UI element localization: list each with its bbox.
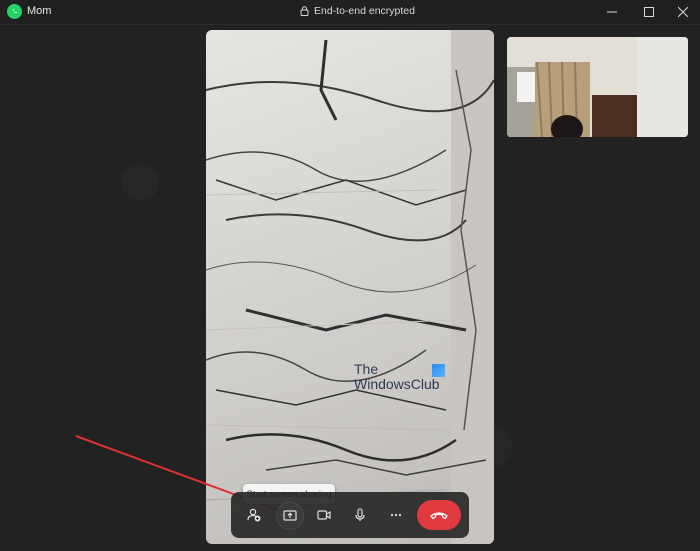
hang-up-icon [430, 512, 448, 520]
microphone-icon [355, 508, 365, 521]
watermark-line-1: The [354, 361, 379, 377]
end-call-button[interactable] [417, 500, 461, 530]
encryption-label: End-to-end encrypted [314, 5, 415, 17]
more-options-button[interactable] [383, 502, 409, 528]
camera-toggle-button[interactable] [311, 502, 337, 528]
more-horizontal-icon [390, 513, 402, 517]
screen-share-button[interactable] [276, 502, 304, 530]
watermark-line-2: WindowsClub [354, 376, 440, 392]
video-camera-icon [317, 510, 331, 520]
mute-button[interactable] [347, 502, 373, 528]
close-button[interactable] [666, 0, 700, 24]
add-person-icon [247, 508, 261, 522]
self-video-feed [507, 37, 688, 137]
minimize-button[interactable] [595, 0, 629, 24]
title-bar: Mom End-to-end encrypted [0, 0, 700, 25]
screen-share-icon [283, 510, 297, 521]
self-video-scene [507, 37, 688, 137]
remote-video-feed: The WindowsClub [206, 30, 494, 544]
maximize-button[interactable] [632, 0, 666, 24]
contact-name: Mom [27, 5, 52, 17]
add-participant-button[interactable] [241, 502, 267, 528]
minimize-icon [607, 11, 617, 13]
marble-texture [206, 30, 494, 544]
maximize-icon [644, 7, 654, 17]
close-icon [678, 7, 688, 17]
watermark-text: The WindowsClub [354, 362, 440, 392]
call-controls-bar [231, 492, 469, 538]
encryption-status: End-to-end encrypted [300, 5, 415, 17]
lock-icon [300, 6, 309, 16]
whatsapp-icon [7, 4, 22, 19]
watermark-logo [432, 364, 445, 377]
